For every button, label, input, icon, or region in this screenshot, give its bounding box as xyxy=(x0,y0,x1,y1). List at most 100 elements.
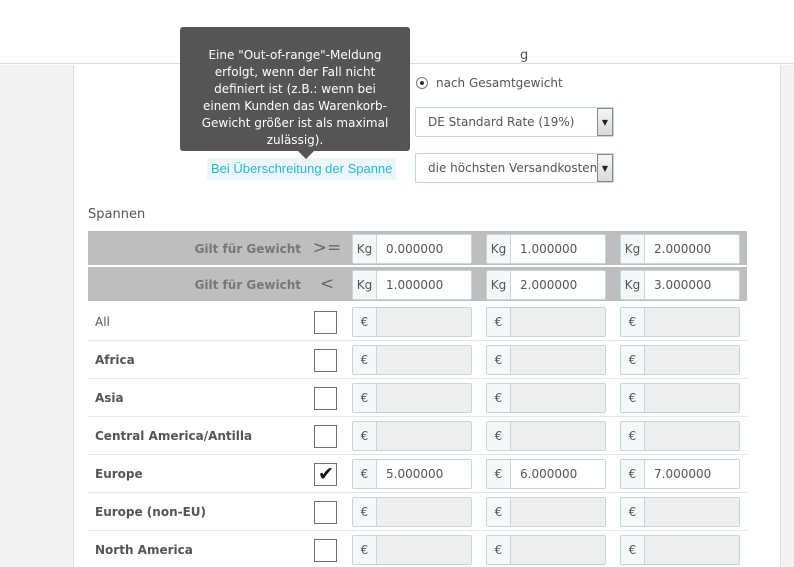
price-value[interactable]: 5.000000 xyxy=(377,460,471,488)
currency-addon: € xyxy=(353,536,377,564)
dropdown-arrow-icon[interactable]: ▼ xyxy=(597,108,613,136)
price-value[interactable] xyxy=(377,308,471,336)
price-value[interactable] xyxy=(377,536,471,564)
range-value[interactable]: 0.000000 xyxy=(377,235,471,263)
currency-addon: € xyxy=(353,460,377,488)
price-input[interactable]: € xyxy=(352,497,472,527)
out-of-range-select-value: die höchsten Versandkosten xyxy=(428,161,597,175)
currency-addon: € xyxy=(487,536,511,564)
billing-radio-by-weight[interactable]: nach Gesamtgewicht xyxy=(416,74,563,92)
price-value[interactable]: 6.000000 xyxy=(511,460,605,488)
zone-checkbox[interactable] xyxy=(314,501,337,524)
price-input[interactable]: € xyxy=(352,307,472,337)
unit-addon: Kg xyxy=(621,235,645,263)
range-to-input[interactable]: Kg 3.000000 xyxy=(620,270,740,300)
zone-checkbox[interactable] xyxy=(314,539,337,562)
currency-addon: € xyxy=(621,536,645,564)
price-input[interactable]: €5.000000 xyxy=(352,459,472,489)
currency-addon: € xyxy=(353,308,377,336)
price-value[interactable] xyxy=(377,346,471,374)
range-value[interactable]: 3.000000 xyxy=(645,271,739,299)
unit-addon: Kg xyxy=(487,271,511,299)
price-input[interactable]: € xyxy=(620,497,740,527)
price-value[interactable]: 7.000000 xyxy=(645,460,739,488)
zone-checkbox[interactable] xyxy=(314,425,337,448)
currency-addon: € xyxy=(621,346,645,374)
currency-addon: € xyxy=(353,346,377,374)
price-value[interactable] xyxy=(511,422,605,450)
unit-addon: Kg xyxy=(621,271,645,299)
price-value[interactable] xyxy=(511,536,605,564)
zone-name: Europe (non-EU) xyxy=(95,505,207,519)
price-input[interactable]: € xyxy=(486,497,606,527)
price-input[interactable]: €7.000000 xyxy=(620,459,740,489)
range-from-input[interactable]: Kg 2.000000 xyxy=(620,234,740,264)
range-header-label: Gilt für Gewicht xyxy=(194,278,301,292)
radio-label: nach Gesamtgewicht xyxy=(436,76,563,90)
price-value[interactable] xyxy=(511,308,605,336)
price-value[interactable] xyxy=(645,384,739,412)
price-value[interactable] xyxy=(377,498,471,526)
out-of-range-select[interactable]: die höchsten Versandkosten ▼ xyxy=(415,153,614,183)
price-value[interactable] xyxy=(645,346,739,374)
zone-row-central-america: Central America/Antilla € € € xyxy=(88,417,747,455)
currency-addon: € xyxy=(621,384,645,412)
price-input[interactable]: € xyxy=(620,535,740,565)
range-value[interactable]: 1.000000 xyxy=(511,235,605,263)
price-input[interactable]: € xyxy=(486,421,606,451)
price-value[interactable] xyxy=(645,308,739,336)
radio-selected-icon[interactable] xyxy=(416,77,428,89)
zone-checkbox[interactable] xyxy=(314,387,337,410)
range-to-input[interactable]: Kg 2.000000 xyxy=(486,270,606,300)
dropdown-arrow-icon[interactable]: ▼ xyxy=(597,154,613,182)
currency-addon: € xyxy=(487,384,511,412)
price-input[interactable]: € xyxy=(486,345,606,375)
price-input[interactable]: € xyxy=(352,421,472,451)
price-value[interactable] xyxy=(377,384,471,412)
currency-addon: € xyxy=(487,346,511,374)
price-value[interactable] xyxy=(377,422,471,450)
price-input[interactable]: € xyxy=(620,383,740,413)
price-value[interactable] xyxy=(645,536,739,564)
range-value[interactable]: 2.000000 xyxy=(511,271,605,299)
price-input[interactable]: € xyxy=(486,383,606,413)
price-input[interactable]: €6.000000 xyxy=(486,459,606,489)
currency-addon: € xyxy=(621,460,645,488)
unit-addon: Kg xyxy=(487,235,511,263)
price-input[interactable]: € xyxy=(486,535,606,565)
price-input[interactable]: € xyxy=(620,345,740,375)
price-value[interactable] xyxy=(645,498,739,526)
price-input[interactable]: € xyxy=(486,307,606,337)
zone-name: Asia xyxy=(95,391,124,405)
zone-name: North America xyxy=(95,543,193,557)
price-value[interactable] xyxy=(645,422,739,450)
price-input[interactable]: € xyxy=(352,345,472,375)
left-sidebar xyxy=(0,65,74,567)
zone-checkbox[interactable] xyxy=(314,311,337,334)
range-value[interactable]: 1.000000 xyxy=(377,271,471,299)
range-header-label: Gilt für Gewicht xyxy=(194,242,301,256)
zone-checkbox[interactable] xyxy=(314,349,337,372)
range-from-input[interactable]: Kg 1.000000 xyxy=(486,234,606,264)
price-input[interactable]: € xyxy=(620,421,740,451)
price-input[interactable]: € xyxy=(352,383,472,413)
out-of-range-label[interactable]: Bei Überschreitung der Spanne xyxy=(207,158,397,180)
price-value[interactable] xyxy=(511,498,605,526)
price-value[interactable] xyxy=(511,384,605,412)
zone-name: Africa xyxy=(95,353,135,367)
tax-select[interactable]: DE Standard Rate (19%) ▼ xyxy=(415,107,614,137)
range-value[interactable]: 2.000000 xyxy=(645,235,739,263)
right-page-strip xyxy=(780,65,794,567)
currency-addon: € xyxy=(621,498,645,526)
range-to-input[interactable]: Kg 1.000000 xyxy=(352,270,472,300)
help-tooltip: Eine "Out-of-range"-Meldung erfolgt, wen… xyxy=(180,27,410,159)
unit-addon: Kg xyxy=(353,235,377,263)
zone-checkbox[interactable]: ✔ xyxy=(314,463,337,486)
price-input[interactable]: € xyxy=(352,535,472,565)
price-input[interactable]: € xyxy=(620,307,740,337)
zone-row-africa: Africa € € € xyxy=(88,341,747,379)
currency-addon: € xyxy=(353,498,377,526)
price-value[interactable] xyxy=(511,346,605,374)
less-than-symbol: < xyxy=(319,274,335,294)
range-from-input[interactable]: Kg 0.000000 xyxy=(352,234,472,264)
